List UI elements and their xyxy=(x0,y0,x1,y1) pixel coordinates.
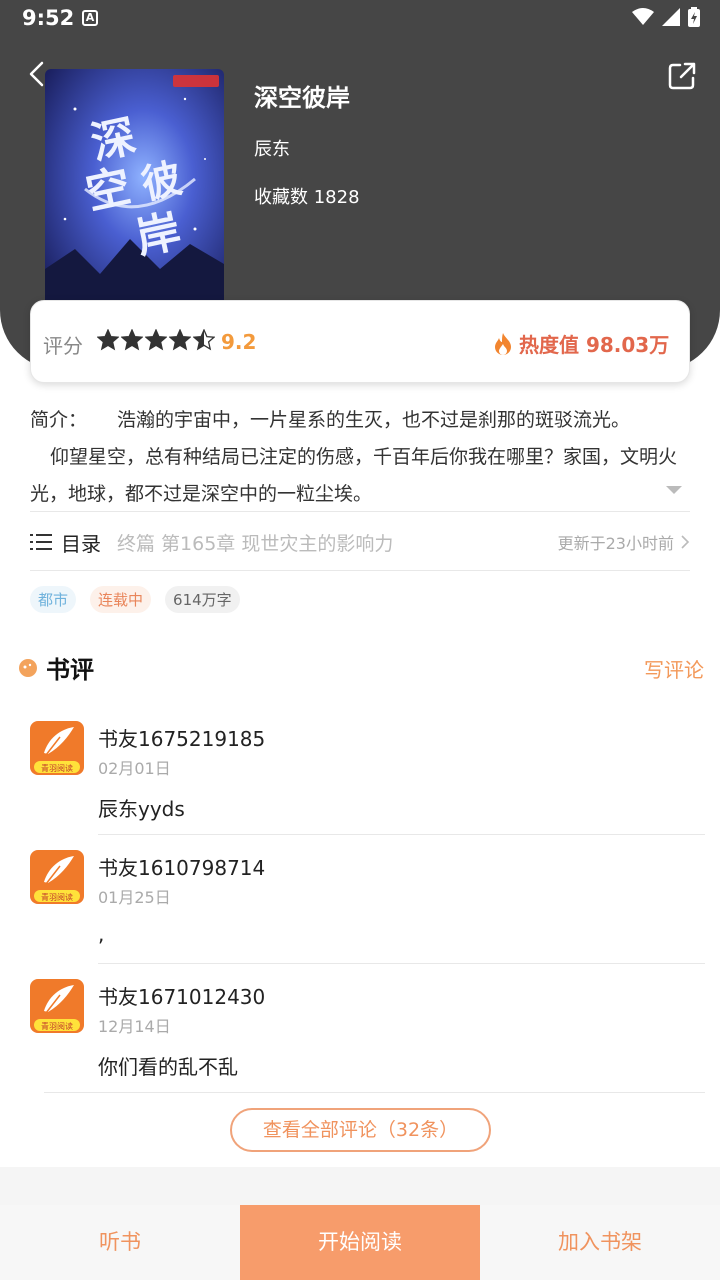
svg-text:青羽阅读: 青羽阅读 xyxy=(41,1021,73,1031)
toc-label: 目录 xyxy=(61,531,101,556)
tag-genre[interactable]: 都市 xyxy=(30,586,77,613)
avatar[interactable]: 青羽阅读 xyxy=(30,721,84,775)
reviewer-name: 书友1610798714 xyxy=(98,856,266,880)
status-bar: 9:52 A xyxy=(0,0,720,38)
divider xyxy=(30,511,690,512)
intro-first-line: 简介： 浩瀚的宇宙中，一片星系的生灭，也不过是刹那的斑驳流光。 xyxy=(30,402,700,439)
signal-icon xyxy=(662,8,680,26)
update-time: 更新于23小时前 xyxy=(557,534,674,553)
list-icon xyxy=(30,534,52,550)
divider xyxy=(98,963,705,964)
review-text: 辰东yyds xyxy=(98,797,185,821)
status-time: 9:52 xyxy=(22,6,75,30)
review-section-header: 书评 写评论 xyxy=(18,650,708,686)
svg-text:青羽阅读: 青羽阅读 xyxy=(41,763,73,773)
book-title: 深空彼岸 xyxy=(254,84,350,112)
bottom-action-bar: 听书 开始阅读 加入书架 xyxy=(0,1205,720,1280)
reviewer-name: 书友1675219185 xyxy=(98,727,266,751)
star-full-icon xyxy=(97,329,119,351)
wifi-icon xyxy=(632,8,654,25)
intro-line1: 浩瀚的宇宙中，一片星系的生灭，也不过是刹那的斑驳流光。 xyxy=(117,409,631,431)
reviewer-name: 书友1671012430 xyxy=(98,985,266,1009)
share-icon[interactable] xyxy=(666,60,698,92)
rating-label: 评分 xyxy=(43,334,83,358)
divider xyxy=(98,834,705,835)
avatar[interactable]: 青羽阅读 xyxy=(30,850,84,904)
review-date: 12月14日 xyxy=(98,1017,171,1036)
review-text: 你们看的乱不乱 xyxy=(98,1055,238,1079)
rating-score: 9.2 xyxy=(221,330,257,354)
star-full-icon xyxy=(169,329,191,351)
avatar[interactable]: 青羽阅读 xyxy=(30,979,84,1033)
keyboard-indicator-icon: A xyxy=(82,10,98,26)
battery-icon xyxy=(688,7,700,27)
star-full-icon xyxy=(145,329,167,351)
book-cover-art: 深 空 彼 岸 xyxy=(45,69,224,309)
tag-status: 连载中 xyxy=(90,586,152,613)
intro-label: 简介： xyxy=(30,409,88,431)
svg-text:青羽阅读: 青羽阅读 xyxy=(41,892,73,902)
app-logo-icon: 青羽阅读 xyxy=(30,979,84,1033)
add-to-shelf-button[interactable]: 加入书架 xyxy=(480,1205,720,1280)
divider xyxy=(30,570,690,571)
review-date: 01月25日 xyxy=(98,888,171,907)
write-review-button[interactable]: 写评论 xyxy=(644,654,704,683)
section-gap xyxy=(0,1167,720,1205)
tag-list: 都市 连载中 614万字 xyxy=(30,586,240,613)
heat-value: 热度值 98.03万 xyxy=(493,329,669,358)
app-logo-icon: 青羽阅读 xyxy=(30,721,84,775)
expand-icon[interactable] xyxy=(665,484,683,496)
review-date: 02月01日 xyxy=(98,759,171,778)
tag-word-count: 614万字 xyxy=(165,586,240,613)
book-cover[interactable]: 深 空 彼 岸 xyxy=(45,69,224,309)
intro-line2: 仰望星空，总有种结局已注定的伤感，千百年后你我在哪里？家国，文明火光，地球，都不… xyxy=(30,446,678,505)
review-item[interactable]: 青羽阅读 书友1610798714 01月25日 , xyxy=(30,850,705,964)
review-section-icon xyxy=(19,659,37,677)
review-item[interactable]: 青羽阅读 书友1671012430 12月14日 你们看的乱不乱 xyxy=(30,979,705,1093)
start-reading-button[interactable]: 开始阅读 xyxy=(240,1205,480,1280)
rating-stars xyxy=(97,329,215,351)
star-half-icon xyxy=(193,329,215,351)
app-logo-icon: 青羽阅读 xyxy=(30,850,84,904)
favorites-count: 收藏数 1828 xyxy=(254,187,360,208)
status-icons xyxy=(632,7,700,27)
listen-button[interactable]: 听书 xyxy=(0,1205,240,1280)
review-text: , xyxy=(98,922,105,946)
review-item[interactable]: 青羽阅读 书友1675219185 02月01日 辰东yyds xyxy=(30,721,705,835)
book-author[interactable]: 辰东 xyxy=(254,135,290,161)
book-intro[interactable]: 简介： 浩瀚的宇宙中，一片星系的生灭，也不过是刹那的斑驳流光。 仰望星空，总有种结… xyxy=(30,402,700,513)
review-section-title: 书评 xyxy=(46,655,94,684)
table-of-contents-row[interactable]: 目录 终篇 第165章 现世灾主的影响力 更新于23小时前 xyxy=(30,524,690,560)
chevron-right-icon xyxy=(681,535,690,549)
divider xyxy=(44,1092,705,1093)
rating-card: 评分 9.2 热度值 98.03万 xyxy=(30,300,690,383)
latest-chapter: 终篇 第165章 现世灾主的影响力 xyxy=(117,532,394,555)
fire-icon xyxy=(495,332,511,355)
star-full-icon xyxy=(121,329,143,351)
view-all-reviews-button[interactable]: 查看全部评论（32条） xyxy=(230,1108,491,1152)
heat-text: 热度值 98.03万 xyxy=(519,333,670,357)
